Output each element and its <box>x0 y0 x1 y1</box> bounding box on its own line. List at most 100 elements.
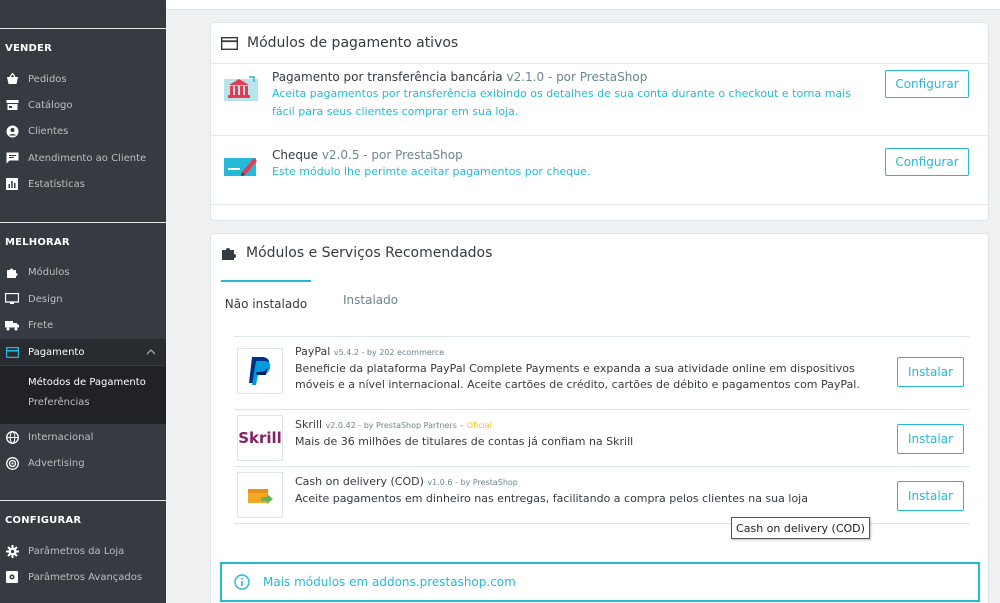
cash-on-delivery-icon <box>237 472 283 518</box>
install-paypal-button[interactable]: Instalar <box>897 357 964 387</box>
chevron-up-icon[interactable] <box>146 347 156 357</box>
globe-icon <box>5 430 19 444</box>
sidebar-item-label: Clientes <box>28 125 69 137</box>
module-meta: v5.4.2 - by 202 ecommerce <box>333 348 445 357</box>
sidebar-item-label: Catálogo <box>28 99 73 111</box>
chat-icon <box>5 151 19 165</box>
install-skrill-button[interactable]: Instalar <box>897 424 964 454</box>
sidebar-item-estatisticas[interactable]: Estatísticas <box>0 171 166 197</box>
sidebar-section-vender: VENDER <box>5 43 52 54</box>
divider <box>211 63 988 64</box>
sidebar-item-parametros-loja[interactable]: Parâmetros da Loja <box>0 538 166 564</box>
sidebar-section-configurar: CONFIGURAR <box>5 515 82 526</box>
recommended-module-skrill: Skrill Skrill v2.0.42 - by PrestaShop Pa… <box>234 409 970 466</box>
payment-module-cheque: Cheque v2.0.5 - por PrestaShop Este módu… <box>221 147 978 197</box>
tab-instalado[interactable]: Instalado <box>343 280 398 307</box>
sidebar-item-label: Frete <box>28 319 54 331</box>
tooltip: Cash on delivery (COD) <box>731 517 870 539</box>
recommended-module-paypal: PayPal v5.4.2 - by 202 ecommerce Benefic… <box>234 336 970 409</box>
sidebar-item-design[interactable]: Design <box>0 286 166 312</box>
truck-icon <box>5 318 19 332</box>
sidebar-item-label: Estatísticas <box>28 178 86 190</box>
module-name: Cheque v2.0.5 - por PrestaShop <box>272 148 463 162</box>
sidebar-item-label: Módulos <box>28 266 70 278</box>
panel-header: Módulos de pagamento ativos <box>211 23 988 63</box>
bar-chart-icon <box>5 177 19 191</box>
panel-header: Módulos e Serviços Recomendados <box>211 234 988 272</box>
sidebar-item-label: Internacional <box>28 431 94 443</box>
module-description: Aceite pagamentos em dinheiro nas entreg… <box>295 492 808 505</box>
sidebar-divider <box>0 28 166 29</box>
sidebar-item-label: Advertising <box>28 457 85 469</box>
module-name: PayPal <box>295 345 331 358</box>
credit-card-icon <box>221 36 238 50</box>
module-description: Este módulo lhe perimte aceitar pagament… <box>272 165 591 178</box>
sidebar-item-label: Atendimento ao Cliente <box>28 152 147 164</box>
sidebar-item-label: Pedidos <box>28 73 67 85</box>
module-info: Skrill v2.0.42 - by PrestaShop Partners … <box>295 417 870 450</box>
sidebar-item-parametros-avancados[interactable]: Parâmetros Avançados <box>0 564 166 590</box>
cheque-icon <box>221 147 261 187</box>
module-description: Mais de 36 milhões de titulares de conta… <box>295 435 634 448</box>
puzzle-icon <box>5 265 19 279</box>
gear-icon <box>5 544 19 558</box>
bank-icon <box>221 69 261 109</box>
settings-box-icon <box>5 570 19 584</box>
sidebar-subitem-metodos-pagamento[interactable]: Métodos de Pagamento <box>28 377 146 388</box>
sidebar-section-melhorar: MELHORAR <box>5 237 70 248</box>
sidebar-divider <box>0 500 166 501</box>
tab-nao-instalado[interactable]: Não instalado <box>221 280 311 311</box>
divider <box>211 135 988 136</box>
active-payment-modules-panel: Módulos de pagamento ativos Pagamento po… <box>210 22 989 221</box>
store-icon <box>5 98 19 112</box>
sidebar-item-label: Design <box>28 293 63 305</box>
payment-module-bankwire: Pagamento por transferência bancária v2.… <box>221 69 978 135</box>
payment-card-icon <box>5 345 19 359</box>
sidebar-item-pagamento[interactable]: Pagamento <box>0 339 166 365</box>
more-modules-alert: Mais módulos em addons.prestashop.com <box>220 562 980 602</box>
sidebar-item-pedidos[interactable]: Pedidos <box>0 66 166 92</box>
module-info: PayPal v5.4.2 - by 202 ecommerce Benefic… <box>295 344 870 393</box>
target-icon <box>5 456 19 470</box>
recommended-modules-panel: Módulos e Serviços Recomendados Não inst… <box>210 233 989 603</box>
recommended-module-cod: Cash on delivery (COD) v1.0.6 - by Prest… <box>234 466 970 524</box>
info-icon <box>234 574 250 590</box>
addons-link[interactable]: Mais módulos em addons.prestashop.com <box>263 575 516 589</box>
module-name: Skrill <box>295 418 323 431</box>
module-name: Cash on delivery (COD) <box>295 475 424 488</box>
module-name: Pagamento por transferência bancária v2.… <box>272 70 648 84</box>
sidebar-item-label: Parâmetros Avançados <box>28 571 143 583</box>
panel-title: Módulos de pagamento ativos <box>247 35 459 51</box>
sidebar-item-clientes[interactable]: Clientes <box>0 118 166 144</box>
sidebar-item-advertising[interactable]: Advertising <box>0 450 166 476</box>
skrill-logo: Skrill <box>237 415 283 461</box>
panel-title: Módulos e Serviços Recomendados <box>246 245 493 261</box>
module-meta: v1.0.6 - by PrestaShop <box>427 478 518 487</box>
sidebar-item-internacional[interactable]: Internacional <box>0 424 166 450</box>
sidebar-submenu <box>0 366 166 424</box>
sidebar-item-label: Parâmetros da Loja <box>28 545 125 557</box>
sidebar-item-modulos[interactable]: Módulos <box>0 259 166 285</box>
official-badge: Oficial <box>466 421 492 430</box>
module-description: Aceita pagamentos por transferência exib… <box>272 87 851 118</box>
divider <box>211 204 988 205</box>
sidebar-subitem-preferencias[interactable]: Preferências <box>28 397 90 408</box>
sidebar-item-label: Pagamento <box>28 346 85 358</box>
sidebar-item-frete[interactable]: Frete <box>0 312 166 338</box>
configure-bankwire-button[interactable]: Configurar <box>885 70 969 98</box>
module-description: Beneficie da plataforma PayPal Complete … <box>295 362 860 391</box>
paypal-logo <box>237 348 283 394</box>
sidebar: VENDER Pedidos Catálogo Clientes Atendim… <box>0 0 166 603</box>
page-header-strip <box>166 0 1000 10</box>
sidebar-divider <box>0 222 166 223</box>
shopping-basket-icon <box>5 72 19 86</box>
install-cod-button[interactable]: Instalar <box>897 481 964 511</box>
desktop-icon <box>5 292 19 306</box>
configure-cheque-button[interactable]: Configurar <box>885 148 969 176</box>
account-circle-icon <box>5 124 19 138</box>
module-meta: v2.0.42 - by PrestaShop Partners <box>325 421 457 430</box>
sidebar-item-atendimento[interactable]: Atendimento ao Cliente <box>0 145 166 171</box>
sidebar-item-catalogo[interactable]: Catálogo <box>0 92 166 118</box>
module-info: Cash on delivery (COD) v1.0.6 - by Prest… <box>295 474 870 507</box>
puzzle-icon <box>221 245 237 261</box>
